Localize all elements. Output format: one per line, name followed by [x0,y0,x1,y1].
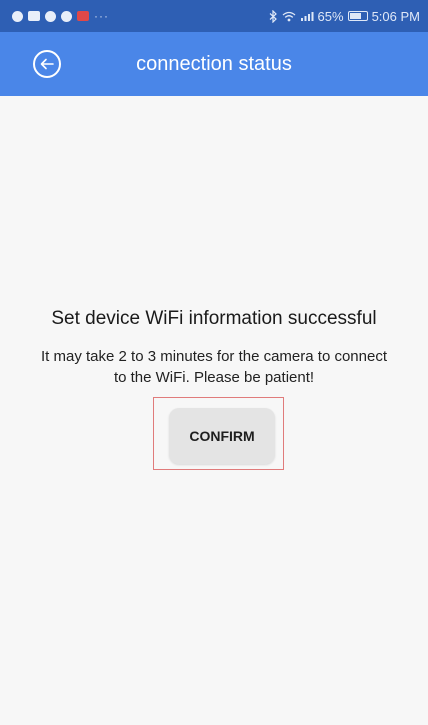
battery-icon [347,11,368,21]
notification-icons: ··· [12,9,109,23]
app-notification-icon [45,10,56,22]
more-notifications-indicator: ··· [94,9,109,23]
chat-notification-icon [12,10,23,22]
confirm-button[interactable]: CONFIRM [169,408,275,464]
wifi-icon [282,11,295,21]
signal-icon [300,11,314,21]
status-bar: ··· 65% 5:06 PM [0,0,428,32]
bluetooth-icon [269,9,277,23]
back-arrow-icon [40,58,54,70]
main-content: Set device WiFi information successful I… [0,96,428,725]
camera-notification-icon [61,10,72,22]
app-bar: connection status [0,32,428,96]
system-status: 65% 5:06 PM [269,9,420,24]
back-button[interactable] [33,50,61,78]
page-title: connection status [136,52,292,75]
clock: 5:06 PM [371,8,420,24]
patience-message: It may take 2 to 3 minutes for the camer… [40,348,387,386]
mail-notification-icon [28,11,40,21]
success-headline: Set device WiFi information successful [51,308,377,329]
battery-percent: 65% [317,8,344,24]
alert-notification-icon [77,11,89,21]
